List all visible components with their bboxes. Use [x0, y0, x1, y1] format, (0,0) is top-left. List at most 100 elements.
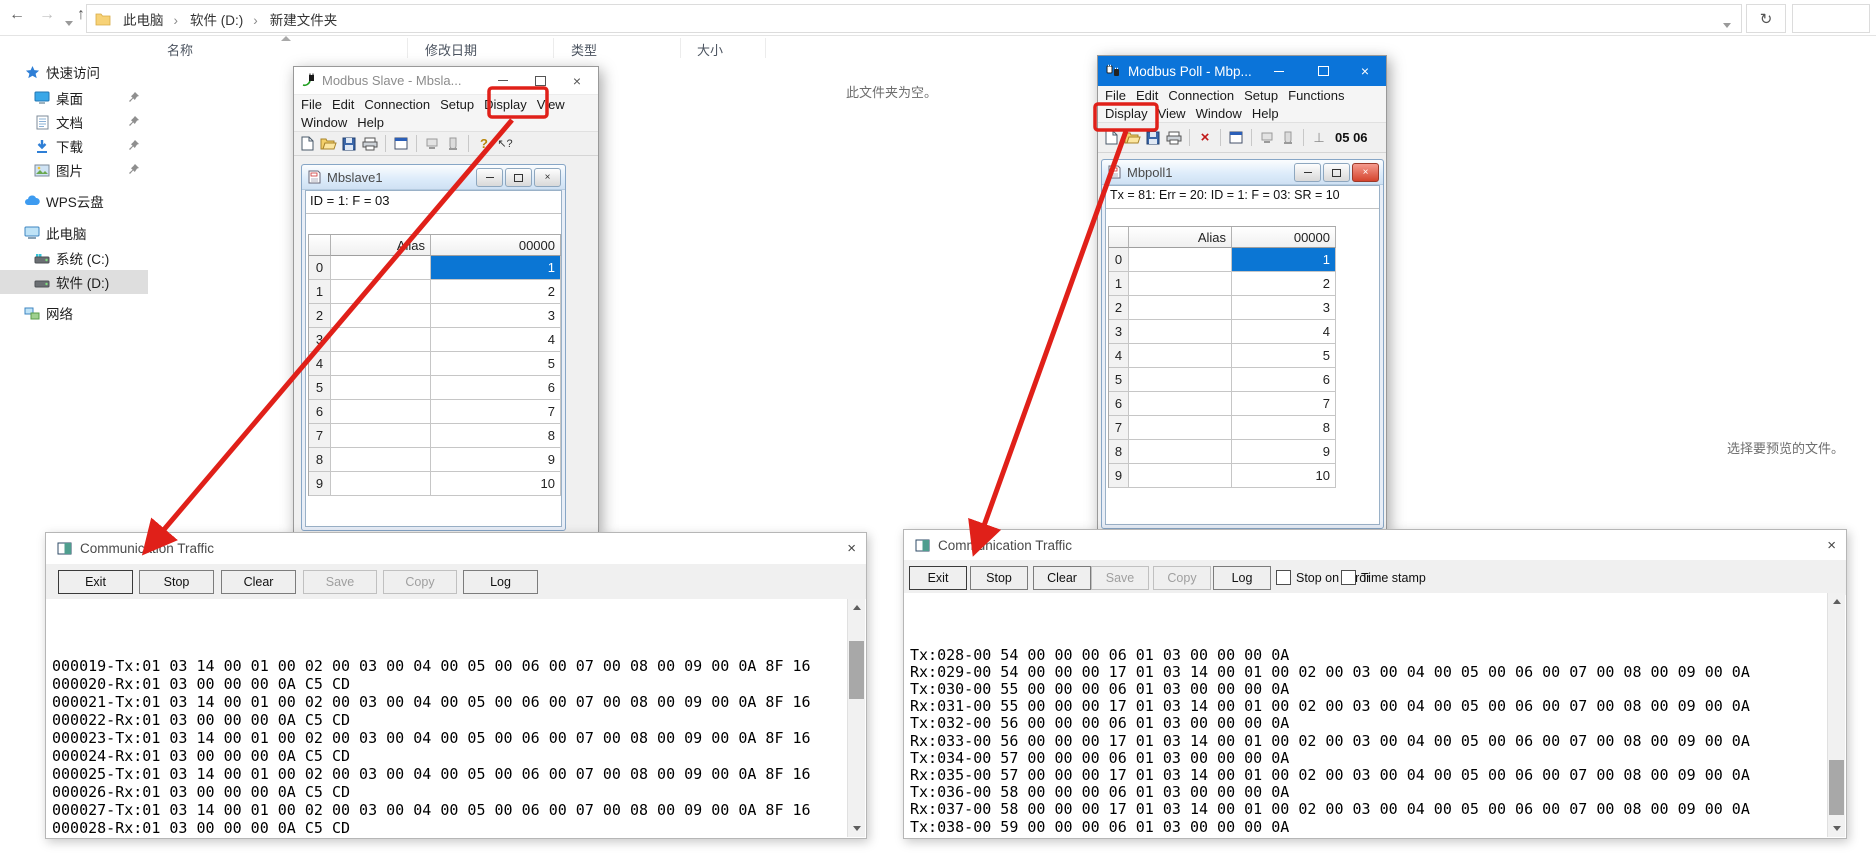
window-icon[interactable]	[1227, 130, 1245, 146]
menu-item[interactable]: View	[1153, 106, 1191, 121]
close-button[interactable]: ×	[1350, 56, 1380, 86]
register-row[interactable]: 9 10	[1109, 464, 1336, 488]
register-row[interactable]: 1 2	[1109, 272, 1336, 296]
sidebar-item-pictures[interactable]: 图片	[0, 158, 148, 182]
register-row[interactable]: 5 6	[1109, 368, 1336, 392]
register-row[interactable]: 7 8	[309, 424, 561, 448]
open-folder-icon[interactable]	[319, 136, 337, 152]
register-row[interactable]: 0 1	[1109, 248, 1336, 272]
menu-item[interactable]: Display	[1100, 106, 1153, 121]
traffic-titlebar[interactable]: Communication Traffic ×	[904, 530, 1846, 561]
menu-item[interactable]: Display	[479, 97, 532, 112]
search-input[interactable]	[1792, 4, 1870, 33]
traffic-log[interactable]: 000019-Tx:01 03 14 00 01 00 02 00 03 00 …	[46, 599, 848, 838]
checkbox-icon[interactable]	[1341, 570, 1356, 585]
scrollbar-thumb[interactable]	[849, 641, 864, 699]
doc-minimize-button[interactable]	[476, 168, 503, 187]
alias-column-header[interactable]: Alias	[1129, 227, 1232, 248]
mbpoll1-titlebar[interactable]: Mbpoll1 ×	[1102, 160, 1383, 185]
cancel-icon[interactable]: ×	[1196, 130, 1214, 146]
clamp-icon[interactable]	[444, 136, 462, 152]
menu-item[interactable]: Functions	[1283, 88, 1349, 103]
breadcrumb-item[interactable]: 新建文件夹	[264, 9, 344, 29]
register-row[interactable]: 7 8	[1109, 416, 1336, 440]
minimize-button[interactable]	[488, 67, 518, 94]
register-row[interactable]: 5 6	[309, 376, 561, 400]
menu-item[interactable]: Edit	[327, 97, 359, 112]
exit-button[interactable]: Exit	[909, 566, 967, 590]
register-row[interactable]: 8 9	[1109, 440, 1336, 464]
menu-item[interactable]: File	[1100, 88, 1131, 103]
doc-restore-button[interactable]	[505, 168, 532, 187]
breadcrumb-item[interactable]: 此电脑	[117, 9, 184, 29]
scrollbar[interactable]	[1827, 593, 1845, 837]
print-icon[interactable]	[361, 136, 379, 152]
scroll-down-icon[interactable]	[1828, 820, 1845, 837]
forward-arrow-icon[interactable]: →	[36, 6, 58, 24]
scroll-up-icon[interactable]	[848, 599, 865, 616]
new-file-icon[interactable]	[1102, 130, 1120, 146]
sidebar-item-this-pc[interactable]: 此电脑	[0, 221, 148, 245]
copy-button[interactable]: Copy	[1153, 566, 1211, 590]
log-button[interactable]: Log	[1213, 566, 1271, 590]
close-icon[interactable]: ×	[1827, 537, 1836, 554]
sidebar-item-quick-access[interactable]: 快速访问	[0, 60, 148, 84]
scrollbar-thumb[interactable]	[1829, 760, 1844, 815]
column-header-type[interactable]: 类型	[571, 40, 597, 59]
scrollbar[interactable]	[847, 599, 865, 837]
print-icon[interactable]	[1165, 130, 1183, 146]
mbslave1-titlebar[interactable]: Mbslave1 ×	[302, 165, 565, 190]
column-header-date[interactable]: 修改日期	[425, 40, 477, 59]
traffic-log[interactable]: Tx:028-00 54 00 00 00 06 01 03 00 00 00 …	[904, 593, 1828, 838]
save-button[interactable]: Save	[303, 570, 377, 594]
menu-item[interactable]: Connection	[1163, 88, 1239, 103]
context-help-icon[interactable]: ↖?	[496, 136, 514, 152]
window-icon[interactable]	[392, 136, 410, 152]
doc-minimize-button[interactable]	[1294, 163, 1321, 182]
menu-item[interactable]: Window	[1191, 106, 1247, 121]
register-row[interactable]: 0 1	[309, 256, 561, 280]
menu-item[interactable]: Window	[296, 115, 352, 130]
register-row[interactable]: 3 4	[1109, 320, 1336, 344]
doc-close-button[interactable]: ×	[1352, 163, 1379, 182]
clear-button[interactable]: Clear	[221, 570, 296, 594]
breadcrumb[interactable]: 此电脑软件 (D:)新建文件夹	[117, 9, 343, 29]
register-row[interactable]: 2 3	[1109, 296, 1336, 320]
doc-close-button[interactable]: ×	[534, 168, 561, 187]
minimize-button[interactable]	[1264, 56, 1294, 86]
breadcrumb-item[interactable]: 软件 (D:)	[184, 9, 264, 29]
address-bar[interactable]: 此电脑软件 (D:)新建文件夹	[86, 4, 1742, 33]
register-row[interactable]: 8 9	[309, 448, 561, 472]
save-button[interactable]: Save	[1091, 566, 1149, 590]
stop-button[interactable]: Stop	[970, 566, 1028, 590]
menu-item[interactable]: Help	[1247, 106, 1284, 121]
register-row[interactable]: 9 10	[309, 472, 561, 496]
poll-def-icon[interactable]	[1258, 130, 1276, 146]
menu-item[interactable]: Setup	[435, 97, 479, 112]
column-header-size[interactable]: 大小	[697, 40, 723, 59]
scroll-down-icon[interactable]	[848, 820, 865, 837]
copy-button[interactable]: Copy	[383, 570, 457, 594]
menu-item[interactable]: File	[296, 97, 327, 112]
connect-icon[interactable]: ⊥	[1310, 130, 1328, 146]
close-button[interactable]: ×	[562, 67, 592, 94]
menu-item[interactable]: Setup	[1239, 88, 1283, 103]
sidebar-item-downloads[interactable]: 下载	[0, 134, 148, 158]
menu-item[interactable]: Help	[352, 115, 389, 130]
alias-column-header[interactable]: Alias	[331, 235, 431, 256]
sidebar-item-drive-d[interactable]: 软件 (D:)	[0, 270, 148, 294]
menu-item[interactable]: Edit	[1131, 88, 1163, 103]
register-row[interactable]: 4 5	[309, 352, 561, 376]
sidebar-item-desktop[interactable]: 桌面	[0, 86, 148, 110]
new-file-icon[interactable]	[298, 136, 316, 152]
scroll-up-icon[interactable]	[1828, 593, 1845, 610]
help-icon[interactable]: ?	[475, 136, 493, 152]
clamp-icon[interactable]	[1279, 130, 1297, 146]
log-button[interactable]: Log	[463, 570, 538, 594]
register-row[interactable]: 1 2	[309, 280, 561, 304]
sidebar-item-wps-cloud[interactable]: WPS云盘	[0, 189, 148, 213]
column-header-name[interactable]: 名称	[167, 40, 193, 59]
back-arrow-icon[interactable]: ←	[6, 6, 28, 24]
menu-item[interactable]: Connection	[359, 97, 435, 112]
menu-item[interactable]: View	[532, 97, 570, 112]
